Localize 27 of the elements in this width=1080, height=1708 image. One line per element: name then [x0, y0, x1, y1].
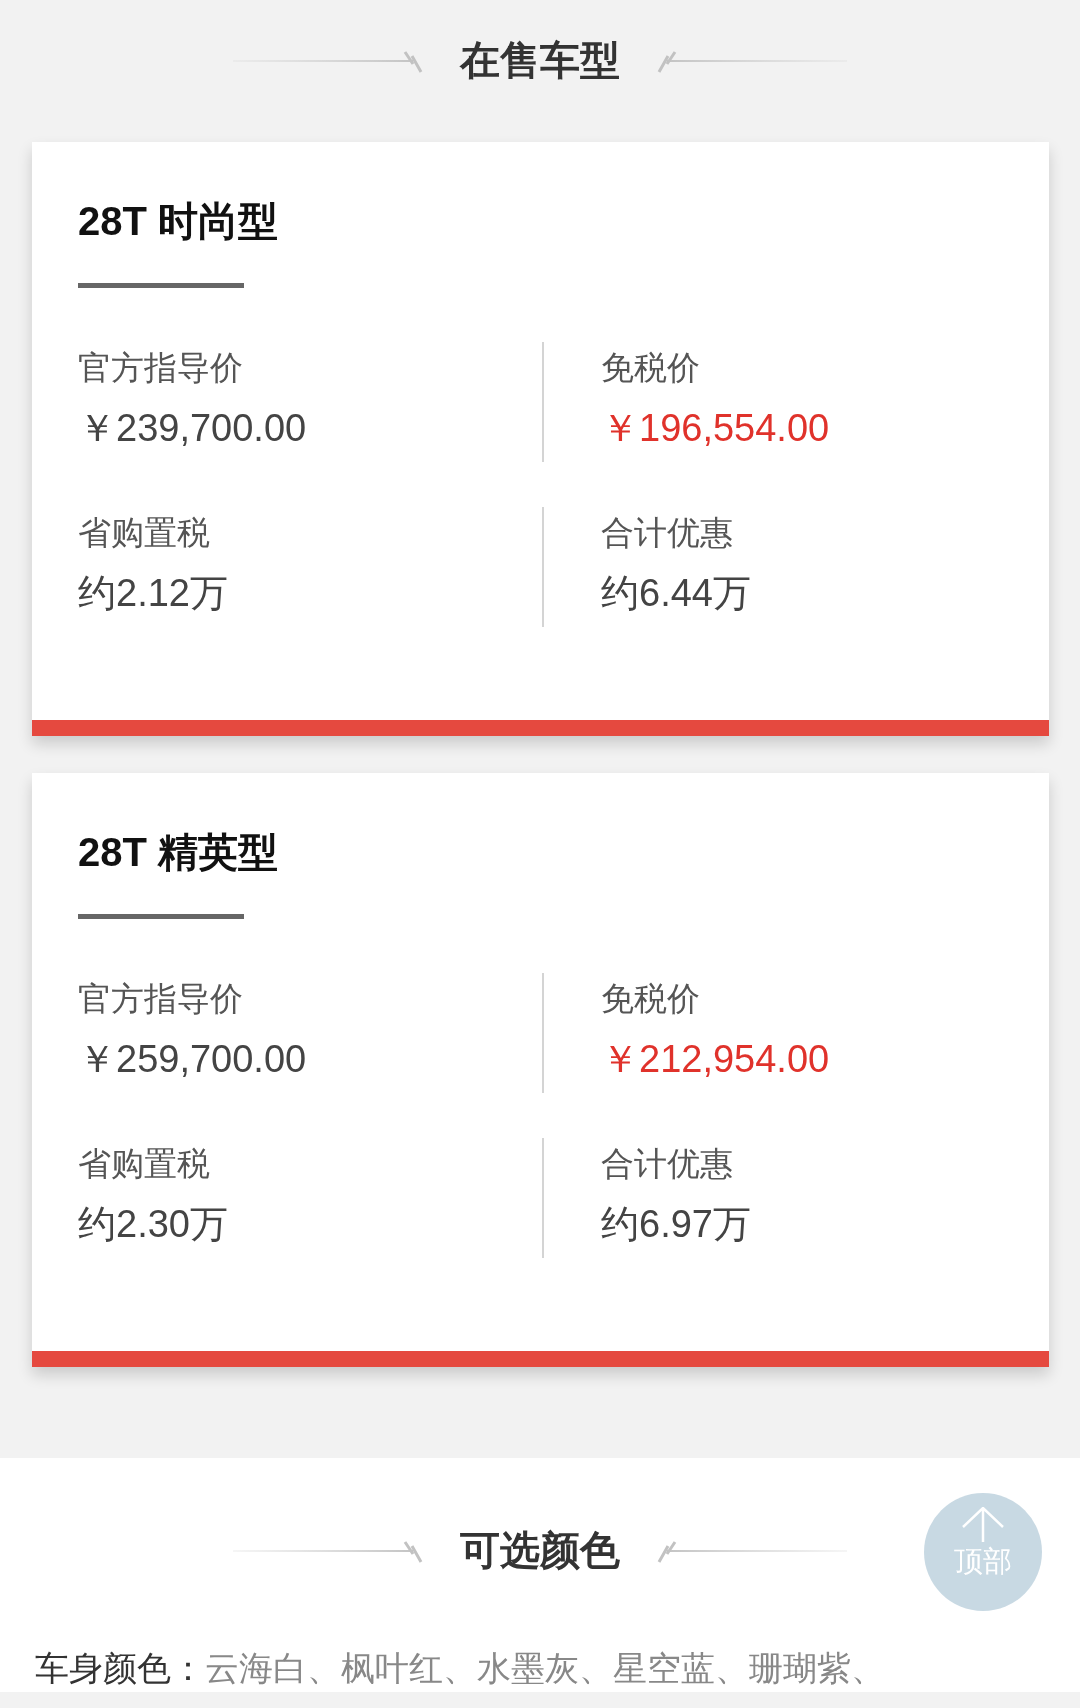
price-value: ￥196,554.00	[601, 406, 831, 451]
color-label: 车身颜色：	[35, 1648, 205, 1689]
model-name: 28T 精英型	[78, 829, 280, 876]
price-label: 免税价	[601, 348, 701, 388]
price-label: 合计优惠	[601, 513, 734, 553]
price-value: 约6.97万	[601, 1202, 752, 1247]
price-label: 省购置税	[78, 1144, 211, 1184]
line-with-slashes-icon	[233, 1540, 424, 1564]
price-label: 官方指导价	[78, 348, 244, 388]
color-list: 云海白、枫叶红、水墨灰、星空蓝、珊瑚紫、	[205, 1644, 885, 1692]
line-with-slashes-icon	[656, 1540, 847, 1564]
price-value: ￥212,954.00	[601, 1037, 831, 1082]
price-value: 约2.12万	[78, 571, 229, 616]
line-with-slashes-icon	[656, 50, 847, 74]
price-label: 免税价	[601, 979, 701, 1019]
up-arrow-icon	[961, 1507, 1005, 1543]
section-title: 可选颜色	[460, 1527, 620, 1574]
price-value: 约2.30万	[78, 1202, 229, 1247]
price-label: 合计优惠	[601, 1144, 734, 1184]
price-value: 约6.44万	[601, 571, 752, 616]
price-label: 省购置税	[78, 513, 211, 553]
price-label: 官方指导价	[78, 979, 244, 1019]
section-title: 在售车型	[460, 37, 620, 84]
line-with-slashes-icon	[233, 50, 424, 74]
price-value: ￥239,700.00	[78, 406, 308, 451]
price-value: ￥259,700.00	[78, 1037, 308, 1082]
model-name: 28T 时尚型	[78, 198, 280, 245]
